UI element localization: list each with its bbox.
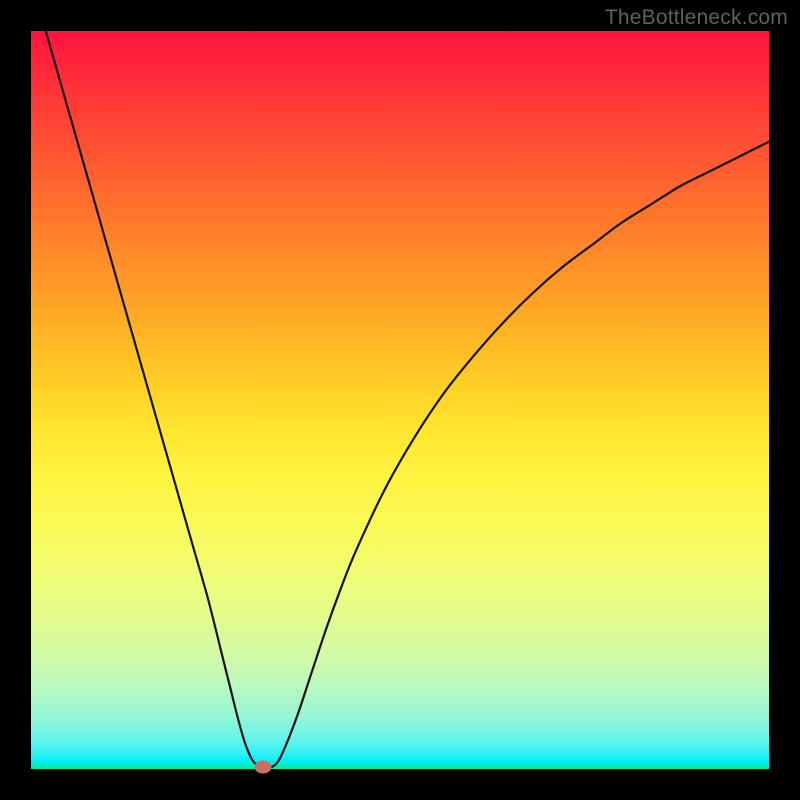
chart-frame: TheBottleneck.com bbox=[0, 0, 800, 800]
attribution-text: TheBottleneck.com bbox=[605, 6, 788, 30]
minimum-marker bbox=[255, 760, 272, 773]
plot-area bbox=[31, 31, 769, 769]
bottleneck-curve bbox=[31, 31, 769, 769]
